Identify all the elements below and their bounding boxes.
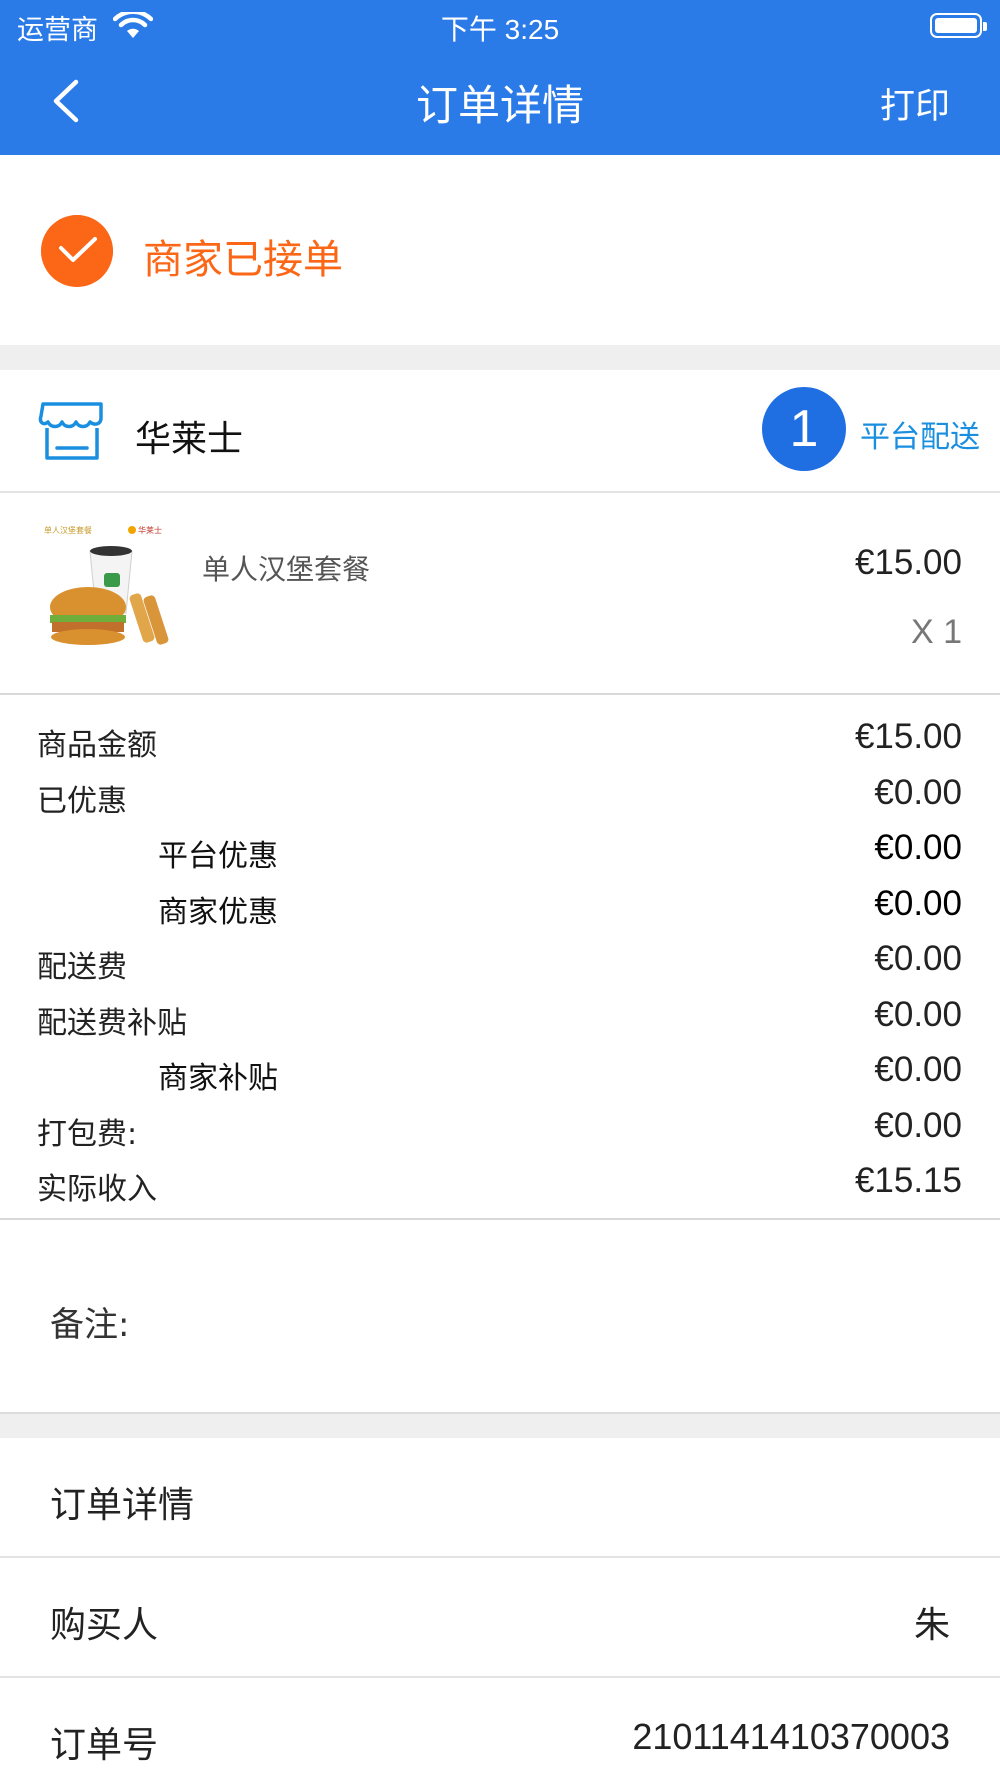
fee-label: 商家优惠: [158, 895, 278, 930]
page-title: 订单详情: [415, 81, 584, 130]
fee-value: €0.00: [874, 773, 962, 812]
detail-row-order-number: 订单号 2101141410370003: [0, 1678, 1000, 1778]
detail-value: 朱: [913, 1604, 950, 1645]
shop-name: 华莱士: [135, 419, 244, 460]
fee-value: €15.15: [854, 1161, 962, 1200]
fee-label: 配送费补贴: [37, 1006, 187, 1041]
fee-label: 实际收入: [37, 1172, 157, 1207]
store-icon: [38, 402, 103, 460]
burger-combo-image: 单人汉堡套餐 华莱士: [40, 523, 178, 657]
note-section: 备注:: [0, 1222, 1000, 1412]
fee-row-packing-fee: 打包费: €0.00: [0, 1101, 1000, 1152]
fee-row-merchant-discount: 商家优惠 €0.00: [0, 879, 1000, 930]
detail-label: 订单号: [50, 1725, 159, 1766]
fee-value: €0.00: [874, 995, 962, 1034]
delivery-type-label: 平台配送: [860, 420, 980, 455]
check-circle-icon: [41, 215, 113, 287]
fee-row-merchant-subsidy: 商家补贴 €0.00: [0, 1045, 1000, 1096]
status-time: 下午 3:25: [440, 14, 560, 45]
print-button[interactable]: 打印: [880, 78, 950, 129]
fee-value: €0.00: [874, 1106, 962, 1145]
item-name: 单人汉堡套餐: [202, 553, 371, 586]
svg-text:单人汉堡套餐: 单人汉堡套餐: [44, 525, 92, 535]
fee-row-discount: 已优惠 €0.00: [0, 768, 1000, 819]
detail-value: 2101141410370003: [632, 1716, 950, 1757]
fee-breakdown: 商品金额 €15.00 已优惠 €0.00 平台优惠 €0.00 商家优惠 €0…: [0, 697, 1000, 1220]
fee-value: €0.00: [874, 1050, 962, 1089]
fee-label: 配送费: [37, 950, 127, 985]
fee-row-actual-income: 实际收入 €15.15: [0, 1156, 1000, 1207]
fee-value: €15.00: [854, 717, 962, 756]
fee-row-delivery-subsidy: 配送费补贴 €0.00: [0, 990, 1000, 1041]
order-status-text: 商家已接单: [143, 237, 343, 283]
fee-value: €0.00: [874, 939, 962, 978]
fee-row-goods-amount: 商品金额 €15.00: [0, 712, 1000, 763]
fee-value: €0.00: [874, 828, 962, 867]
order-number-badge: 1: [762, 387, 846, 471]
app-header: 运营商 下午 3:25 订单详情 打印: [0, 0, 1000, 155]
order-details-title: 订单详情: [50, 1485, 195, 1526]
shop-row: 华莱士 1 平台配送: [0, 370, 1000, 493]
item-quantity: X 1: [910, 613, 962, 651]
battery-icon: [930, 13, 987, 38]
fee-label: 商家补贴: [158, 1061, 278, 1096]
svg-text:华莱士: 华莱士: [138, 525, 162, 535]
fee-label: 平台优惠: [158, 839, 278, 874]
status-bar: 运营商 下午 3:25: [0, 0, 1000, 50]
section-divider: [0, 345, 1000, 370]
fee-label: 已优惠: [37, 784, 127, 819]
order-status-section: 商家已接单: [0, 155, 1000, 345]
note-label: 备注:: [50, 1305, 130, 1345]
fee-row-platform-discount: 平台优惠 €0.00: [0, 823, 1000, 874]
order-details-header: 订单详情: [0, 1438, 1000, 1558]
detail-label: 购买人: [50, 1605, 159, 1646]
order-item-row: 单人汉堡套餐 华莱士 单人汉堡套餐 €15.00 X 1: [0, 495, 1000, 695]
section-divider: [0, 1412, 1000, 1438]
item-price: €15.00: [854, 543, 962, 582]
fee-value: €0.00: [874, 884, 962, 923]
detail-row-buyer: 购买人 朱: [0, 1558, 1000, 1678]
fee-label: 商品金额: [37, 728, 157, 763]
fee-row-delivery-fee: 配送费 €0.00: [0, 934, 1000, 985]
fee-label: 打包费:: [37, 1117, 138, 1152]
